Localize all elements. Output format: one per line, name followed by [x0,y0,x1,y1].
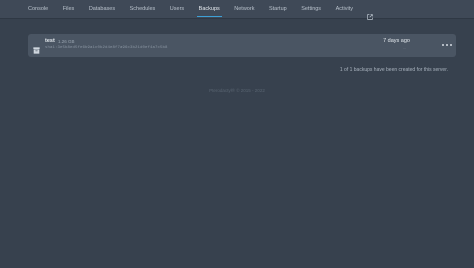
backup-created-time: 7 days ago [383,38,410,44]
tab-console[interactable]: Console [28,0,48,18]
tab-databases[interactable]: Databases [89,0,115,18]
tab-activity[interactable]: Activity [336,0,353,18]
backup-size: 1.26 GB [58,38,75,44]
tab-settings[interactable]: Settings [301,0,321,18]
tab-files[interactable]: Files [63,0,75,18]
tab-backups[interactable]: Backups [196,0,222,18]
backup-checksum: sha1:3e5b8ed5fe6b9a1c0b2d4e8f7a96c3b21d0… [45,46,168,50]
tab-list: Console Files Databases Schedules Users … [28,0,374,20]
backup-name: test [45,38,55,44]
tab-users[interactable]: Users [170,0,184,18]
tab-startup[interactable]: Startup [269,0,287,18]
tab-network[interactable]: Network [234,0,254,18]
backup-created-label: ... [403,46,406,50]
archive-icon [33,41,40,54]
external-link-icon[interactable] [367,7,374,20]
backup-row[interactable]: test 1.26 GB sha1:3e5b8ed5fe6b9a1c0b2d4e… [28,34,456,57]
tab-schedules[interactable]: Schedules [130,0,156,18]
top-navigation-bar: Console Files Databases Schedules Users … [0,0,474,20]
footer-copyright: Pterodactyl® © 2015 - 2022 [209,88,265,93]
more-horizontal-icon[interactable] [442,42,452,48]
backup-count-text: 1 of 1 backups have been created for thi… [339,67,448,73]
